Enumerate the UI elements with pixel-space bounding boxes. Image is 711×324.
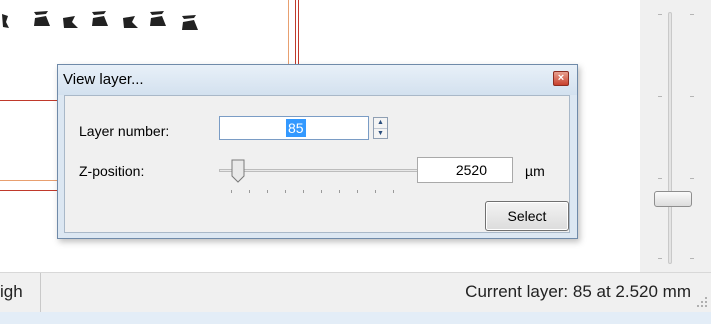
canvas-line xyxy=(298,0,299,64)
slider-tick xyxy=(690,14,694,15)
resize-grip-icon[interactable] xyxy=(696,296,708,308)
current-layer-status: Current layer: 85 at 2.520 mm xyxy=(465,282,691,301)
z-position-slider-track[interactable] xyxy=(219,169,419,172)
slider-tick xyxy=(658,96,662,97)
slider-tick xyxy=(690,258,694,259)
slider-tick xyxy=(249,190,250,193)
close-icon: × xyxy=(557,72,565,84)
slider-tick xyxy=(658,178,662,179)
pattern-glyph xyxy=(34,11,50,26)
z-position-slider-thumb[interactable] xyxy=(231,159,245,183)
pattern-glyph xyxy=(123,16,138,28)
pattern-glyph xyxy=(2,14,9,28)
close-button[interactable]: × xyxy=(553,71,569,86)
dialog-title: View layer... xyxy=(63,71,144,88)
slider-tick xyxy=(231,190,232,193)
status-bar: igh Current layer: 85 at 2.520 mm xyxy=(0,272,711,312)
layer-number-input[interactable]: 85 xyxy=(219,116,369,140)
status-pane-left: igh xyxy=(0,273,41,312)
z-position-input[interactable]: 2520 xyxy=(417,157,513,183)
slider-tick xyxy=(339,190,340,193)
layer-slider-track[interactable] xyxy=(668,12,672,264)
canvas-line xyxy=(0,180,57,181)
slider-tick xyxy=(375,190,376,193)
slider-tick xyxy=(690,178,694,179)
slider-tick xyxy=(658,14,662,15)
layer-slider-thumb[interactable] xyxy=(654,191,692,207)
view-layer-dialog: View layer... × Layer number: 85 ▲ ▼ Z-p… xyxy=(57,64,578,239)
select-button[interactable]: Select xyxy=(485,201,569,231)
canvas-line xyxy=(288,0,289,64)
arrow-up-icon[interactable]: ▲ xyxy=(374,118,387,128)
pattern-glyph xyxy=(92,11,108,26)
slider-tick xyxy=(303,190,304,193)
slider-tick xyxy=(658,258,662,259)
layer-number-label: Layer number: xyxy=(79,123,170,139)
status-left-text: igh xyxy=(0,282,23,301)
slider-tick xyxy=(357,190,358,193)
z-position-unit: µm xyxy=(525,163,545,179)
layer-number-value: 85 xyxy=(286,119,306,137)
canvas-line xyxy=(0,190,57,191)
layer-slider-panel xyxy=(640,0,711,272)
slider-tick xyxy=(267,190,268,193)
dialog-titlebar[interactable]: View layer... × xyxy=(58,65,577,95)
arrow-down-icon[interactable]: ▼ xyxy=(374,128,387,139)
pattern-glyph xyxy=(150,11,166,26)
pattern-glyph xyxy=(63,16,78,28)
canvas-line xyxy=(0,100,57,101)
layer-number-spinner[interactable]: ▲ ▼ xyxy=(373,117,388,139)
slider-tick xyxy=(321,190,322,193)
dialog-body: Layer number: 85 ▲ ▼ Z-position: 2520 µm… xyxy=(64,95,570,233)
canvas-line xyxy=(295,0,296,64)
taskbar-strip xyxy=(0,312,711,324)
slider-tick xyxy=(393,190,394,193)
slider-tick xyxy=(690,96,694,97)
z-position-label: Z-position: xyxy=(79,163,145,179)
slider-tick xyxy=(285,190,286,193)
pattern-glyph xyxy=(182,15,198,30)
